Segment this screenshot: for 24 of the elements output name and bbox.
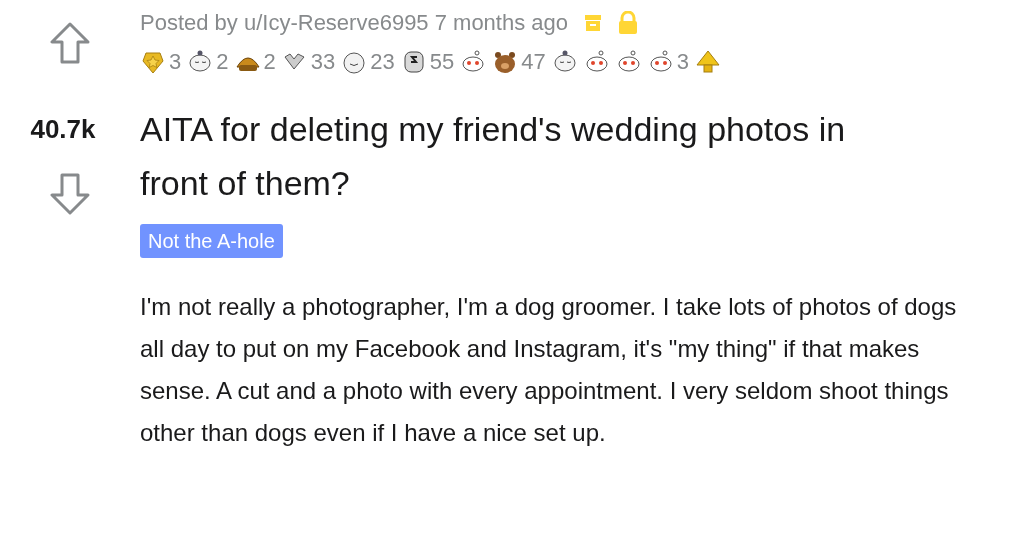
sleeping-face-icon bbox=[551, 48, 578, 75]
award-count: 3 bbox=[676, 48, 689, 76]
award-count: 23 bbox=[370, 48, 395, 76]
post-flair: Not the A-hole bbox=[140, 224, 283, 258]
post-body: I'm not really a photographer, I'm a dog groomer. I take lots of photos of dogs all day to put on my Facebook and Instagram, it's "my thing" if that makes sense. A cut and a photo with every appointment. I very seldom shoot things other than dogs even if I have a nice set up. bbox=[140, 292, 958, 448]
award-count: 2 bbox=[263, 48, 276, 76]
award-count: 55 bbox=[429, 48, 455, 76]
award-count: 33 bbox=[310, 48, 336, 76]
pyramid-icon bbox=[694, 48, 721, 75]
post-title: AITA for deleting my friend's wedding photos in front of them? bbox=[140, 109, 847, 204]
award-count: 3 bbox=[169, 48, 182, 76]
alien-mascot-icon bbox=[460, 48, 487, 75]
downvote-arrow-icon bbox=[50, 173, 90, 215]
alien-mascot-icon bbox=[583, 48, 610, 75]
vote-score: 40.7k bbox=[30, 113, 96, 146]
award-count: 2 bbox=[216, 48, 229, 76]
sleeping-face-icon bbox=[187, 48, 214, 75]
alien-mascot-icon bbox=[647, 48, 674, 75]
upvote-arrow-icon bbox=[50, 22, 90, 64]
post-byline: Posted by u/Icy-Reserve6995 7 months ago bbox=[140, 9, 569, 37]
downvote-button[interactable] bbox=[48, 171, 92, 217]
award-count: 47 bbox=[521, 48, 546, 76]
upvote-button[interactable] bbox=[48, 20, 92, 66]
alien-mascot-icon bbox=[615, 48, 642, 75]
